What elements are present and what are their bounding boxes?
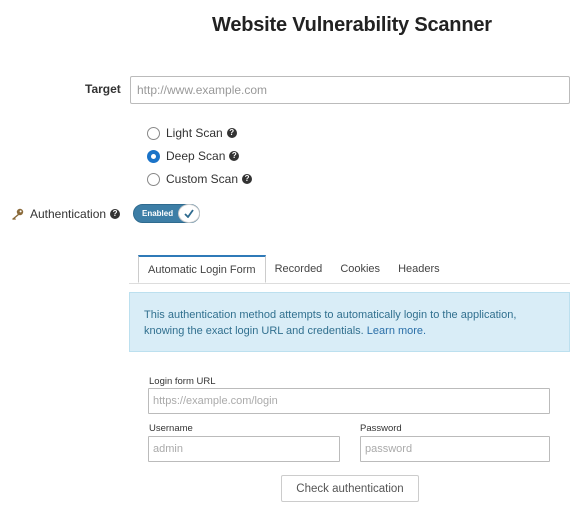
- check-icon: [184, 209, 194, 218]
- tab-cookies[interactable]: Cookies: [331, 255, 389, 283]
- custom-scan-label: Custom Scan: [166, 172, 239, 186]
- deep-scan-label: Deep Scan: [166, 149, 226, 163]
- check-authentication-button[interactable]: Check authentication: [281, 475, 419, 502]
- tab-automatic-login-form[interactable]: Automatic Login Form: [138, 255, 266, 283]
- toggle-knob[interactable]: [178, 204, 200, 223]
- target-label: Target: [85, 82, 121, 96]
- tab-recorded[interactable]: Recorded: [266, 255, 332, 283]
- authentication-row: Authentication ?: [10, 207, 121, 221]
- scan-option-light[interactable]: Light Scan ?: [147, 126, 237, 140]
- deep-scan-radio[interactable]: [147, 149, 160, 163]
- custom-scan-radio[interactable]: [147, 172, 160, 186]
- login-url-label: Login form URL: [149, 376, 216, 387]
- tab-headers[interactable]: Headers: [389, 255, 449, 283]
- help-icon[interactable]: ?: [226, 128, 237, 138]
- auth-tabs: Automatic Login Form Recorded Cookies He…: [138, 255, 449, 283]
- key-icon: [12, 208, 24, 220]
- tabs-divider: [129, 283, 570, 284]
- light-scan-label: Light Scan: [166, 126, 223, 140]
- username-label: Username: [149, 423, 193, 434]
- toggle-label: Enabled: [142, 209, 174, 218]
- authentication-label: Authentication: [30, 207, 107, 221]
- help-icon[interactable]: ?: [110, 209, 121, 219]
- scan-option-custom[interactable]: Custom Scan ?: [147, 172, 253, 186]
- help-icon[interactable]: ?: [242, 174, 253, 184]
- login-url-input[interactable]: [148, 388, 550, 414]
- password-label: Password: [360, 423, 402, 434]
- page-title: Website Vulnerability Scanner: [212, 14, 492, 36]
- username-input[interactable]: [148, 436, 340, 462]
- light-scan-radio[interactable]: [147, 126, 160, 140]
- info-text: This authentication method attempts to a…: [144, 309, 517, 337]
- scan-option-deep[interactable]: Deep Scan ?: [147, 149, 240, 163]
- authentication-toggle[interactable]: Enabled: [133, 204, 200, 223]
- learn-more-link[interactable]: Learn more.: [367, 325, 426, 337]
- info-box: This authentication method attempts to a…: [129, 292, 570, 352]
- target-input[interactable]: [130, 76, 570, 104]
- password-input[interactable]: [360, 436, 550, 462]
- help-icon[interactable]: ?: [229, 151, 240, 161]
